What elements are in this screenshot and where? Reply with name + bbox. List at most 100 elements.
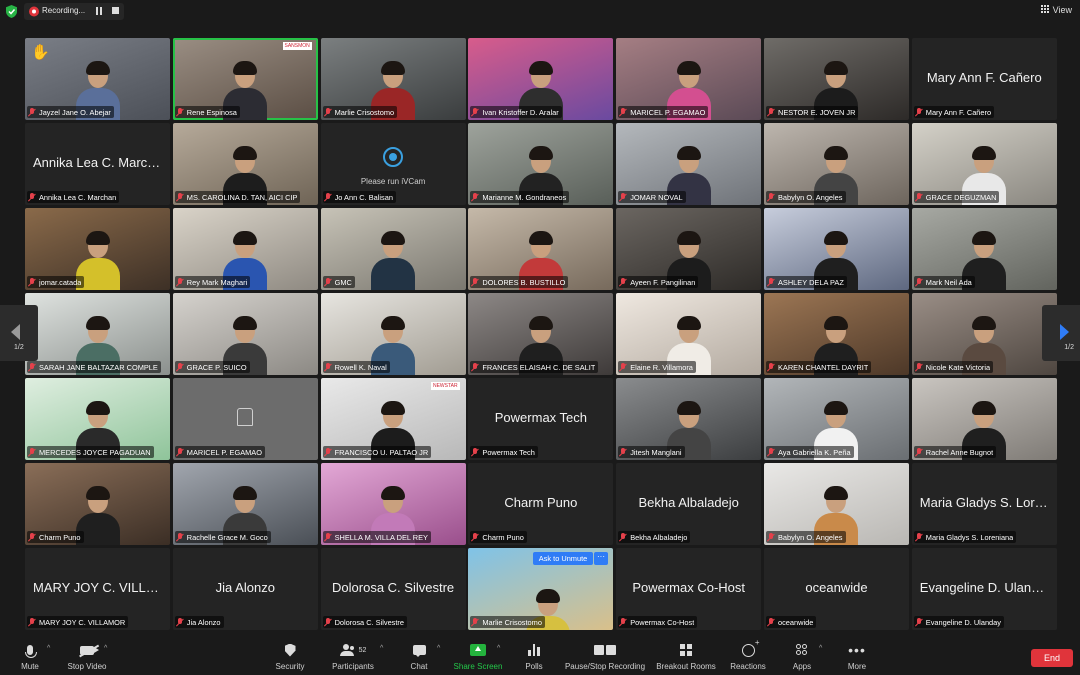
participant-nameplate: Marlie Crisostomo [470,616,545,628]
participant-tile[interactable]: SHELLA M. VILLA DEL REY [320,463,466,545]
participant-tile[interactable]: Mary Ann F. Cañero Mary Ann F. Cañero [911,38,1057,120]
chat-button[interactable]: Chat [405,642,433,671]
video-options-caret-icon[interactable]: ^ [104,645,107,652]
participant-display-name: Bekha Albaladejo [638,495,739,510]
participant-tile[interactable]: Charm Puno [25,463,170,545]
participant-tile[interactable]: Rowell K. Naval [320,293,466,375]
participant-tile[interactable]: Maria Gladys S. Lore... Maria Gladys S. L… [911,463,1057,545]
participant-tile[interactable]: NEWSTAR FRANCISCO U. PALTAO JR [320,378,466,460]
participant-tile[interactable]: SANSMON Rene Espinosa [172,38,318,120]
participant-tile[interactable]: Marianne M. Gondraneos [468,123,614,205]
muted-mic-icon [767,362,775,372]
participant-tile[interactable]: Marlie Crisostomo [320,38,466,120]
participant-tile[interactable]: MARICEL P. EGAMAO [172,378,318,460]
participant-tile[interactable]: DOLORES B. BUSTILLO [468,208,614,290]
participant-tile[interactable]: MERCEDES JOYCE PAGADUAN [25,378,170,460]
more-button[interactable]: ••• More [844,642,870,671]
participant-nameplate: MARY JOY C. VILLAMOR [27,616,129,628]
ask-to-unmute-button[interactable]: Ask to Unmute [533,552,593,565]
participant-tile[interactable]: Ivan Kristoffer D. Aralar [468,38,614,120]
participant-nameplate: Jia Alonzo [174,616,224,628]
mute-button[interactable]: Mute [16,642,44,671]
participants-options-caret-icon[interactable]: ^ [380,645,383,652]
pause-recording-icon[interactable] [96,7,103,15]
participant-name: NESTOR E. JOVEN JR [777,107,856,117]
participant-tile[interactable]: MS. CAROLINA D. TAN, AICI CIP [172,123,318,205]
participant-name: FRANCES ELAISAH C. DE SALIT [482,362,596,372]
breakout-rooms-label: Breakout Rooms [656,662,716,671]
end-meeting-button[interactable]: End [1031,649,1073,667]
participant-tile[interactable]: Please run iVCam Jo Ann C. Balisan [320,123,466,205]
participant-tile[interactable]: oceanwide oceanwide [763,548,909,630]
participant-tile[interactable]: ASHLEY DELA PAZ [763,208,909,290]
muted-mic-icon [915,447,923,457]
participant-tile[interactable]: Jitesh Manglani [616,378,762,460]
participant-tile[interactable]: jomar.catada [25,208,170,290]
participant-tile[interactable]: NESTOR E. JOVEN JR [763,38,909,120]
participant-tile[interactable]: KAREN CHANTEL DAYRIT [763,293,909,375]
stop-recording-icon[interactable] [112,7,119,14]
participant-tile[interactable]: Jia Alonzo Jia Alonzo [172,548,318,630]
security-shield-icon[interactable] [6,5,17,18]
participant-tile[interactable]: FRANCES ELAISAH C. DE SALIT [468,293,614,375]
participant-tile[interactable]: Babylyn O. Angeles [763,463,909,545]
participant-tile[interactable]: MARY JOY C. VILLA... MARY JOY C. VILLAMOR [25,548,170,630]
participant-tile[interactable]: Dolorosa C. Silvestre Dolorosa C. Silvest… [320,548,466,630]
participant-tile[interactable]: ✋ Jayzel Jane O. Abejar [25,38,170,120]
security-button[interactable]: Security [272,642,308,671]
apps-button[interactable]: Apps [790,642,814,671]
participant-tile[interactable]: SARAH JANE BALTAZAR COMPLE [25,293,170,375]
participant-tile[interactable]: Babylyn O. Angeles [763,123,909,205]
chat-options-caret-icon[interactable]: ^ [437,645,440,652]
apps-options-caret-icon[interactable]: ^ [819,645,822,652]
participant-nameplate: Rowell K. Naval [322,361,390,373]
participant-nameplate: Elaine R. Villamora [618,361,696,373]
participant-nameplate: SHELLA M. VILLA DEL REY [322,531,431,543]
participant-nameplate: Charm Puno [27,531,84,543]
participant-nameplate: MARICEL P. EGAMAO [618,106,709,118]
reactions-button[interactable]: Reactions [728,638,768,672]
audio-options-caret-icon[interactable]: ^ [47,645,50,652]
polls-button[interactable]: Polls [521,642,547,671]
previous-page-button[interactable]: 1/2 [0,305,38,361]
participant-tile[interactable]: Charm Puno Charm Puno [468,463,614,545]
participant-nameplate: Marianne M. Gondraneos [470,191,570,203]
muted-mic-icon [28,617,36,627]
participant-display-name: Evangeline D. Ulanday [919,580,1053,595]
pause-stop-recording-button[interactable]: Pause/Stop Recording [564,642,646,671]
video-camera-icon [80,645,99,655]
participant-tile[interactable]: Rachel Anne Bugnot [911,378,1057,460]
participant-tile[interactable]: Ayeen F. Pangilinan [616,208,762,290]
participant-tile[interactable]: MARICEL P. EGAMAO [616,38,762,120]
next-page-button[interactable]: 1/2 [1042,305,1080,361]
view-button[interactable]: View [1040,5,1072,15]
participant-tile[interactable]: JOMAR NOVAL [616,123,762,205]
participant-tile[interactable]: Nicole Kate Victoria [911,293,1057,375]
participant-tile[interactable]: Aya Gabriella K. Peña [763,378,909,460]
pause-stop-recording-label: Pause/Stop Recording [564,662,646,671]
participant-tile[interactable]: Evangeline D. Ulanday Evangeline D. Uland… [911,548,1057,630]
tile-more-options-button[interactable]: ··· [594,552,608,565]
participant-tile[interactable]: Mark Neil Ada [911,208,1057,290]
muted-mic-icon [767,107,775,117]
muted-mic-icon [619,617,627,627]
chat-label: Chat [410,662,428,671]
participant-tile[interactable]: GRACE DEGUZMAN [911,123,1057,205]
participant-nameplate: GRACE DEGUZMAN [913,191,1000,203]
participants-button[interactable]: 52 Participants [329,642,377,671]
page-indicator-left: 1/2 [14,344,24,351]
breakout-rooms-button[interactable]: Breakout Rooms [655,642,717,671]
participant-tile[interactable]: Annika Lea C. March... Annika Lea C. Marc… [25,123,170,205]
share-screen-icon [470,644,486,656]
participant-tile[interactable]: Elaine R. Villamora [616,293,762,375]
share-options-caret-icon[interactable]: ^ [497,645,500,652]
participant-tile[interactable]: Bekha Albaladejo Bekha Albaladejo [616,463,762,545]
participant-name: Marlie Crisostomo [334,107,395,117]
participant-tile[interactable]: Rachelle Grace M. Goco [172,463,318,545]
participant-tile[interactable]: Rey Mark Maghari [172,208,318,290]
participant-tile[interactable]: Powermax Co-Host Powermax Co-Host [616,548,762,630]
participant-tile[interactable]: GRACE P. SUICO [172,293,318,375]
participant-tile[interactable]: GMC [320,208,466,290]
participant-tile[interactable]: Powermax Tech Powermax Tech [468,378,614,460]
participant-name: oceanwide [777,617,814,627]
